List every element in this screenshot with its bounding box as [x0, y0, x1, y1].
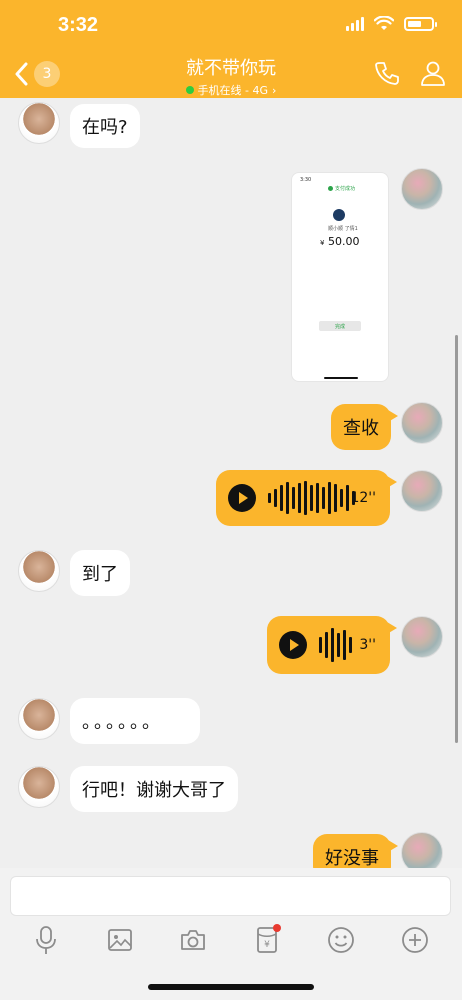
my-avatar[interactable] [401, 832, 443, 868]
payment-screenshot-image[interactable]: 3:30 支付成功 顺小顺 了情1 ¥ 50.00 完成 [291, 172, 389, 382]
voice-duration: 3'' [359, 637, 376, 653]
scrollbar[interactable] [455, 335, 458, 743]
status-icons [346, 16, 437, 31]
message-bubble-incoming[interactable]: 行吧！谢谢大哥了 [70, 766, 238, 812]
image-icon [108, 929, 132, 951]
wifi-icon [374, 16, 394, 30]
photo-button[interactable] [102, 922, 138, 958]
screenshot-time: 3:30 [300, 177, 312, 183]
message-list[interactable]: 在吗? 3:30 支付成功 顺小顺 了情1 ¥ 50.00 完成 查收 12''… [0, 98, 462, 868]
play-icon[interactable] [228, 484, 256, 512]
input-toolbar: ¥ [0, 922, 462, 962]
chat-header: 3:32 3 就不带你玩 手机在线 - 4G › [0, 0, 462, 98]
notification-dot [273, 924, 281, 932]
microphone-icon [36, 926, 56, 954]
back-chevron-icon [15, 62, 28, 86]
message-bubble-outgoing[interactable]: 好没事 [313, 834, 398, 868]
message-text: 查收 [343, 418, 379, 439]
emoji-icon [328, 927, 354, 953]
voice-duration: 12'' [350, 490, 376, 506]
check-circle-icon [328, 186, 333, 191]
message-bubble-incoming[interactable]: 。。。。。。 [70, 698, 200, 744]
contact-avatar[interactable] [18, 102, 60, 144]
my-avatar[interactable] [401, 470, 443, 512]
camera-icon [181, 930, 205, 950]
voice-message-bubble[interactable]: 12'' [216, 470, 397, 526]
contact-avatar[interactable] [18, 698, 60, 740]
chevron-right-icon: › [272, 83, 277, 97]
screenshot-payee: 顺小顺 了情1 [328, 226, 358, 232]
message-input[interactable] [10, 876, 451, 916]
screenshot-status-text: 支付成功 [335, 186, 356, 192]
screenshot-done-button: 完成 [319, 321, 361, 331]
battery-icon [404, 16, 437, 31]
my-avatar[interactable] [401, 402, 443, 444]
chat-title: 就不带你玩 [186, 58, 276, 79]
screenshot-status: 支付成功 [328, 185, 355, 192]
message-bubble-incoming[interactable]: 在吗? [70, 104, 140, 148]
red-packet-button[interactable]: ¥ [249, 922, 285, 958]
message-text: 好没事 [325, 848, 379, 868]
screenshot-amount-value: 50.00 [327, 235, 360, 248]
input-area: ¥ [0, 868, 462, 1000]
online-status: 手机在线 - 4G › [100, 82, 362, 98]
status-bar: 3:32 [0, 0, 462, 50]
voice-message-bubble[interactable]: 3'' [267, 616, 397, 674]
plus-icon [402, 927, 428, 953]
nav-actions [374, 60, 446, 86]
message-text: 到了 [82, 564, 118, 585]
screenshot-currency: ¥ [320, 239, 325, 247]
message-bubble-incoming[interactable]: 到了 [70, 550, 130, 596]
online-status-text: 手机在线 - 4G [197, 84, 269, 97]
online-dot-icon [185, 86, 194, 94]
home-indicator[interactable] [148, 984, 314, 990]
screenshot-home-indicator [324, 377, 358, 379]
my-avatar[interactable] [401, 168, 443, 210]
nav-bar: 3 就不带你玩 手机在线 - 4G › [0, 50, 462, 98]
more-button[interactable] [397, 922, 433, 958]
waveform-icon [268, 481, 355, 515]
waveform-icon [319, 628, 352, 662]
profile-icon[interactable] [420, 60, 446, 86]
unread-count-badge: 3 [34, 61, 60, 87]
merchant-logo-icon [333, 209, 345, 221]
status-time: 3:32 [58, 14, 99, 36]
message-text: 行吧！谢谢大哥了 [82, 780, 226, 801]
contact-avatar[interactable] [18, 550, 60, 592]
my-avatar[interactable] [401, 616, 443, 658]
play-icon[interactable] [279, 631, 307, 659]
message-text: 在吗? [82, 117, 128, 138]
message-bubble-outgoing[interactable]: 查收 [331, 404, 398, 450]
emoji-button[interactable] [323, 922, 359, 958]
voice-input-button[interactable] [28, 922, 64, 958]
screenshot-amount: ¥ 50.00 [320, 235, 359, 248]
chat-title-area[interactable]: 就不带你玩 手机在线 - 4G › [100, 54, 362, 98]
back-button[interactable]: 3 [14, 58, 66, 90]
cellular-signal-icon [346, 16, 364, 31]
camera-button[interactable] [175, 922, 211, 958]
message-text: 。。。。。。 [82, 712, 163, 733]
contact-avatar[interactable] [18, 766, 60, 808]
phone-icon[interactable] [374, 60, 400, 86]
svg-text:¥: ¥ [264, 940, 270, 950]
